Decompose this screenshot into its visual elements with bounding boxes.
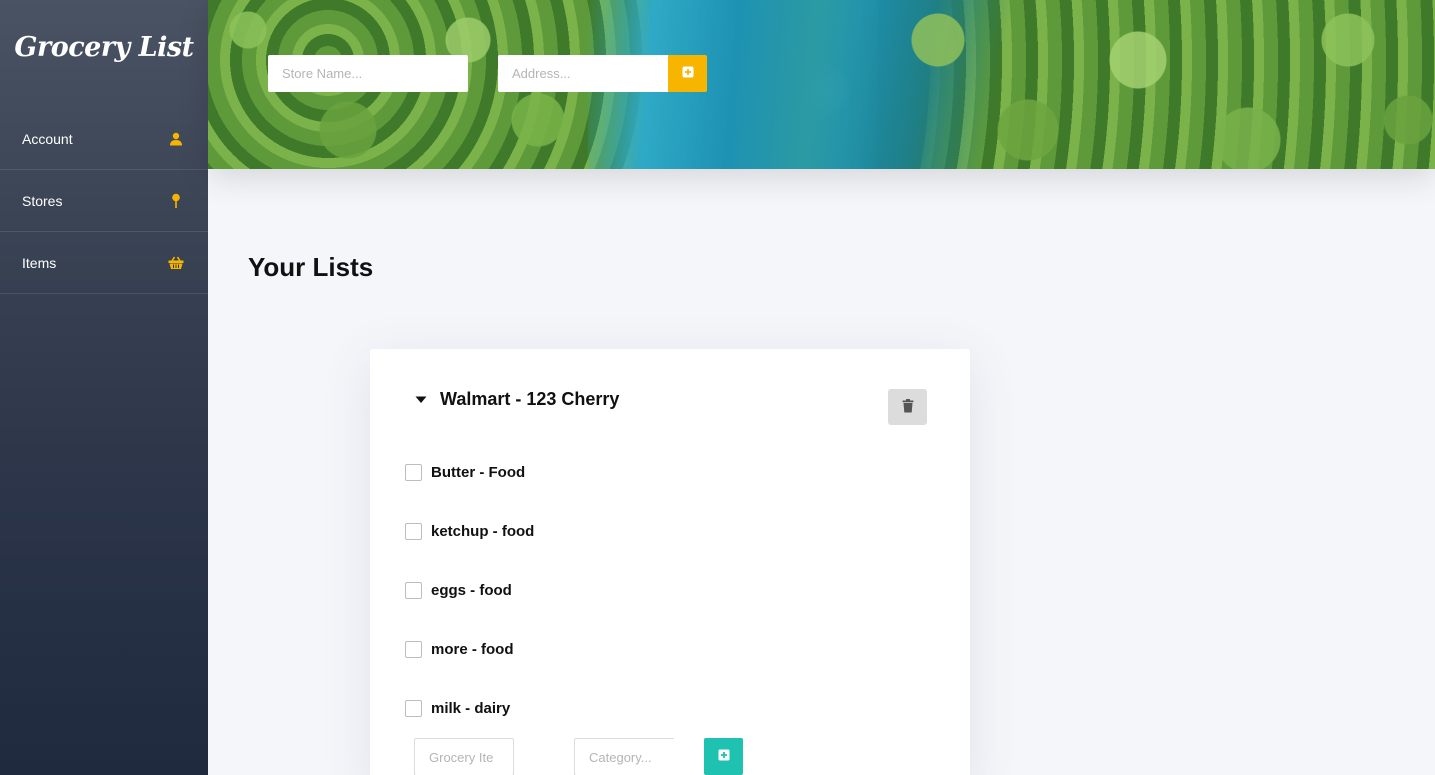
sidebar-item-stores[interactable]: Stores <box>0 170 208 232</box>
list-item: milk - dairy <box>405 700 510 717</box>
store-name-input[interactable] <box>268 55 468 92</box>
item-label: milk - dairy <box>431 700 511 717</box>
plus-square-icon <box>718 749 730 764</box>
item-label: eggs - food <box>431 582 512 599</box>
item-checkbox[interactable] <box>405 700 422 717</box>
sidebar-item-account[interactable]: Account <box>0 108 208 170</box>
grocery-item-input[interactable] <box>414 738 514 775</box>
caret-down-icon[interactable] <box>414 393 428 407</box>
item-label: Butter - Food <box>431 464 526 481</box>
add-store-button[interactable] <box>668 55 707 92</box>
basket-icon <box>168 255 184 271</box>
app-logo[interactable]: Grocery List <box>0 0 208 108</box>
map-pin-icon <box>168 193 184 209</box>
list-header: Walmart - 123 Cherry <box>414 389 619 410</box>
trash-icon <box>902 398 914 416</box>
delete-list-button[interactable] <box>888 389 927 425</box>
address-input[interactable] <box>498 55 669 92</box>
list-item: more - food <box>405 641 514 658</box>
list-item: Butter - Food <box>405 464 525 481</box>
sidebar-item-label: Stores <box>22 192 63 209</box>
list-item: ketchup - food <box>405 523 534 540</box>
page-title: Your Lists <box>248 252 374 282</box>
header-banner <box>208 0 1435 169</box>
item-checkbox[interactable] <box>405 464 422 481</box>
plus-square-icon <box>682 66 694 81</box>
sidebar-item-items[interactable]: Items <box>0 232 208 294</box>
add-item-button[interactable] <box>704 738 743 775</box>
list-title: Walmart - 123 Cherry <box>440 389 620 409</box>
sidebar-item-label: Items <box>22 254 57 271</box>
list-item: eggs - food <box>405 582 512 599</box>
user-icon <box>168 131 184 147</box>
item-label: ketchup - food <box>431 523 535 540</box>
sidebar: Grocery List Account Stores Items <box>0 0 208 775</box>
sidebar-item-label: Account <box>22 130 73 147</box>
item-label: more - food <box>431 641 514 658</box>
item-checkbox[interactable] <box>405 582 422 599</box>
item-checkbox[interactable] <box>405 523 422 540</box>
item-checkbox[interactable] <box>405 641 422 658</box>
grocery-list-card: Walmart - 123 Cherry Butter - Food ketch… <box>370 349 970 775</box>
category-input[interactable] <box>574 738 674 775</box>
